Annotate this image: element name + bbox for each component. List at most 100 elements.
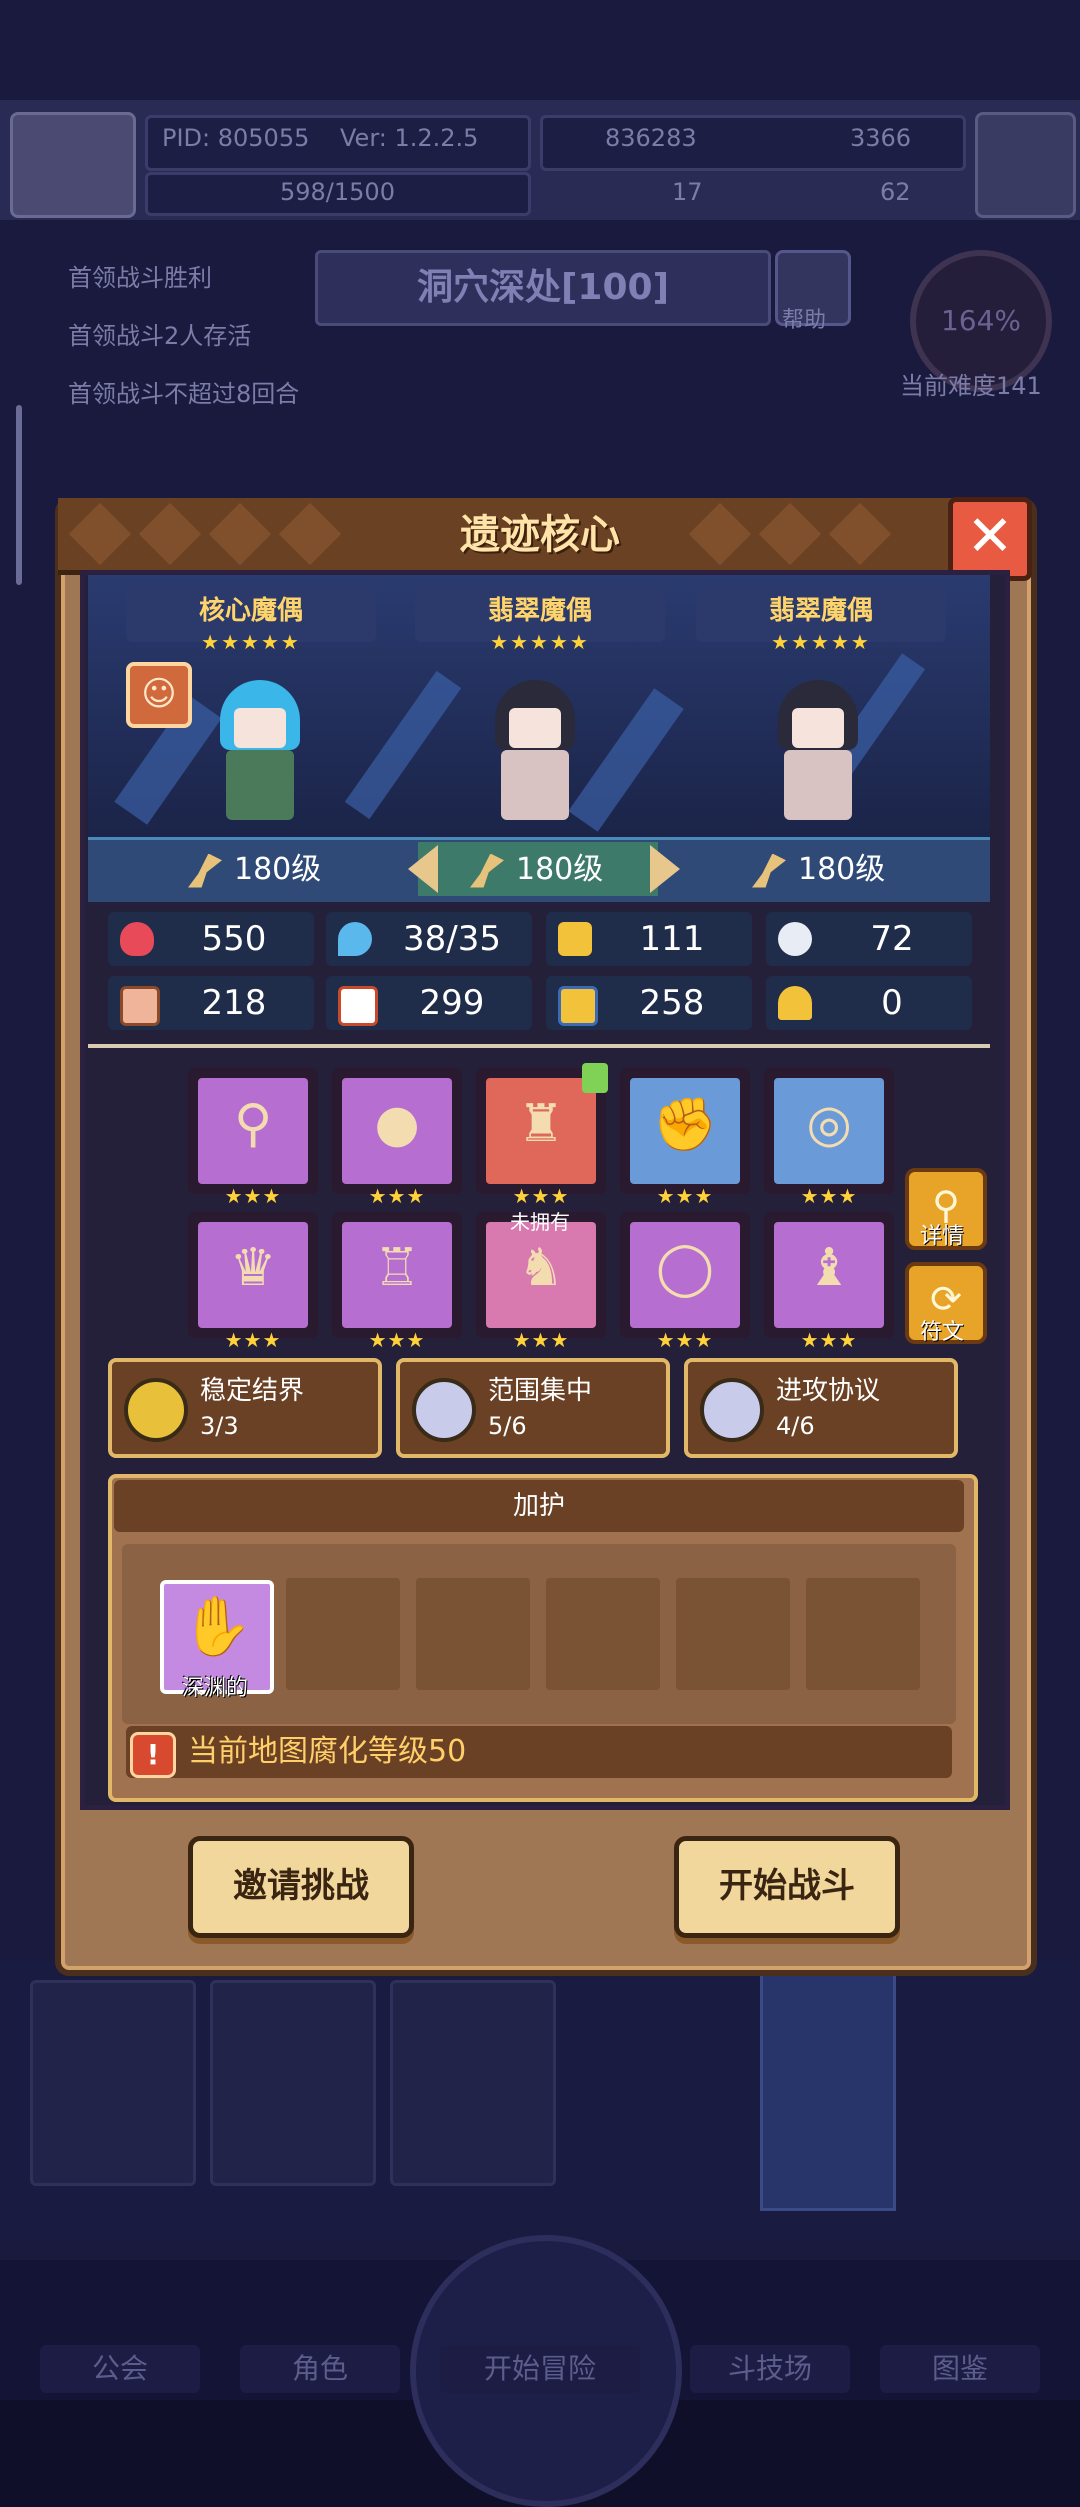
set-bonus-range-focus[interactable]: 范围集中 5/6 (396, 1358, 670, 1458)
map-card (390, 1980, 556, 2186)
character-stars: ★★★★★ (201, 630, 301, 654)
vest-icon: ♜ (517, 1094, 565, 1154)
blessing-slot-empty[interactable] (286, 1578, 400, 1690)
close-button[interactable]: ✕ (948, 497, 1032, 581)
bracelet-icon: ◯ (655, 1238, 715, 1298)
emerald-golem-sprite[interactable] (758, 680, 878, 820)
equip-slot-boots[interactable]: ♝ ★★★ (764, 1212, 894, 1352)
equip-slot-robe[interactable]: ♖ ★★★ (332, 1212, 462, 1352)
currency-1: 836283 (605, 124, 697, 152)
set-progress: 4/6 (776, 1412, 815, 1440)
sword-icon (700, 1378, 764, 1442)
equip-slot-orb[interactable]: ● ★★★ (332, 1068, 462, 1208)
blessing-slot-empty[interactable] (416, 1578, 530, 1690)
set-bonus-attack-protocol[interactable]: 进攻协议 4/6 (684, 1358, 958, 1458)
difficulty-label: 当前难度141 (900, 372, 1042, 400)
nav-start-adventure[interactable]: 开始冒险 (440, 2345, 640, 2393)
blessing-slot-label: 深渊的 (181, 1676, 248, 1701)
pid-label: PID: 805055 (162, 124, 310, 152)
equip-stars: ★★★ (512, 1328, 570, 1352)
equip-stars: ★★★ (368, 1328, 426, 1352)
buff-icon[interactable]: ☺ (126, 662, 192, 728)
equip-slot-ring[interactable]: ◎ ★★★ (764, 1068, 894, 1208)
level-text: 180级 (516, 852, 604, 887)
helmet-icon: ♛ (229, 1238, 277, 1298)
blessing-slot-empty[interactable] (806, 1578, 920, 1690)
blessing-slot-empty[interactable] (546, 1578, 660, 1690)
stat-agility: 258 (546, 976, 752, 1030)
scrollbar[interactable] (16, 405, 22, 585)
equip-slot-helmet[interactable]: ♛ ★★★ (188, 1212, 318, 1352)
level-1[interactable]: 180级 (188, 845, 321, 895)
set-name: 范围集中 (488, 1376, 593, 1406)
orb-icon: ● (374, 1094, 420, 1154)
equip-slot-staff[interactable]: ⚲ ★★★ (188, 1068, 318, 1208)
core-golem-sprite[interactable] (200, 680, 320, 820)
stat-value: 0 (881, 983, 903, 1023)
wrench-icon (412, 1378, 476, 1442)
set-name: 稳定结界 (200, 1376, 305, 1406)
stat-value: 550 (201, 919, 267, 959)
start-battle-button[interactable]: 开始战斗 (674, 1836, 900, 1938)
equip-stars: ★★★ (368, 1184, 426, 1208)
book-icon (338, 986, 378, 1026)
player-avatar[interactable] (10, 112, 136, 218)
ring-icon: ◎ (806, 1094, 852, 1154)
equip-stars: ★★★ (800, 1184, 858, 1208)
exp-text: 598/1500 (280, 178, 395, 206)
claw-icon: ✋ (180, 1592, 254, 1660)
nav-codex[interactable]: 图鉴 (880, 2345, 1040, 2393)
level-3[interactable]: 180级 (752, 845, 885, 895)
set-bonus-stable-barrier[interactable]: 稳定结界 3/3 (108, 1358, 382, 1458)
invite-challenge-button[interactable]: 邀请挑战 (188, 1836, 414, 1938)
corruption-warning-text: 当前地图腐化等级50 (188, 1734, 467, 1769)
stat-value: 299 (419, 983, 485, 1023)
equip-stars: ★★★ (800, 1328, 858, 1352)
nav-arena[interactable]: 斗技场 (690, 2345, 850, 2393)
stat-value: 72 (870, 919, 914, 959)
heart-icon (120, 922, 154, 956)
nav-guild[interactable]: 公会 (40, 2345, 200, 2393)
robe-icon: ♖ (373, 1238, 421, 1298)
equip-stars: ★★★ (656, 1328, 714, 1352)
emerald-golem-sprite[interactable] (475, 680, 595, 820)
blessing-slot-empty[interactable] (676, 1578, 790, 1690)
boots-icon: ♝ (805, 1238, 853, 1298)
thumbs-up-icon (582, 1063, 608, 1093)
level-text: 180级 (234, 852, 322, 887)
settings-gear-icon[interactable] (975, 112, 1076, 218)
mana-drop-icon (338, 922, 372, 956)
stat-hp: 550 (108, 912, 314, 966)
currency-2: 3366 (850, 124, 912, 152)
dialog-title: 遗迹核心 (460, 512, 620, 558)
horseshoe-icon (778, 986, 812, 1020)
stat-speed: 72 (766, 912, 972, 966)
close-icon: ✕ (966, 504, 1014, 569)
rune-label: 符文 (919, 1320, 964, 1345)
equip-slot-gauntlet[interactable]: ✊ ★★★ (620, 1068, 750, 1208)
quest-2: 首领战斗2人存活 (68, 322, 252, 350)
nav-character[interactable]: 角色 (240, 2345, 400, 2393)
character-name: 核心魔偶 (198, 596, 303, 626)
staff-icon: ⚲ (233, 1094, 273, 1154)
level-2[interactable]: 180级 (470, 845, 603, 895)
stats-divider (88, 1044, 990, 1048)
shield-icon (124, 1378, 188, 1442)
currency-4: 62 (880, 178, 911, 206)
warning-icon: ! (130, 1732, 176, 1778)
wrench-icon (470, 853, 504, 888)
stat-value: 218 (201, 983, 267, 1023)
equip-stars: ★★★ (656, 1184, 714, 1208)
character-name: 翡翠魔偶 (768, 596, 873, 626)
stat-luck: 0 (766, 976, 972, 1030)
equip-slot-bracelet[interactable]: ◯ ★★★ (620, 1212, 750, 1352)
map-card (210, 1980, 376, 2186)
unowned-label: 未拥有 (510, 1210, 570, 1234)
character-stars: ★★★★★ (771, 630, 871, 654)
blessing-title: 加护 (114, 1480, 964, 1532)
version-label: Ver: 1.2.2.5 (340, 124, 479, 152)
set-progress: 5/6 (488, 1412, 527, 1440)
gauntlet-icon: ✊ (652, 1095, 718, 1155)
equip-stars: ★★★ (512, 1184, 570, 1208)
character-stars: ★★★★★ (490, 630, 590, 654)
